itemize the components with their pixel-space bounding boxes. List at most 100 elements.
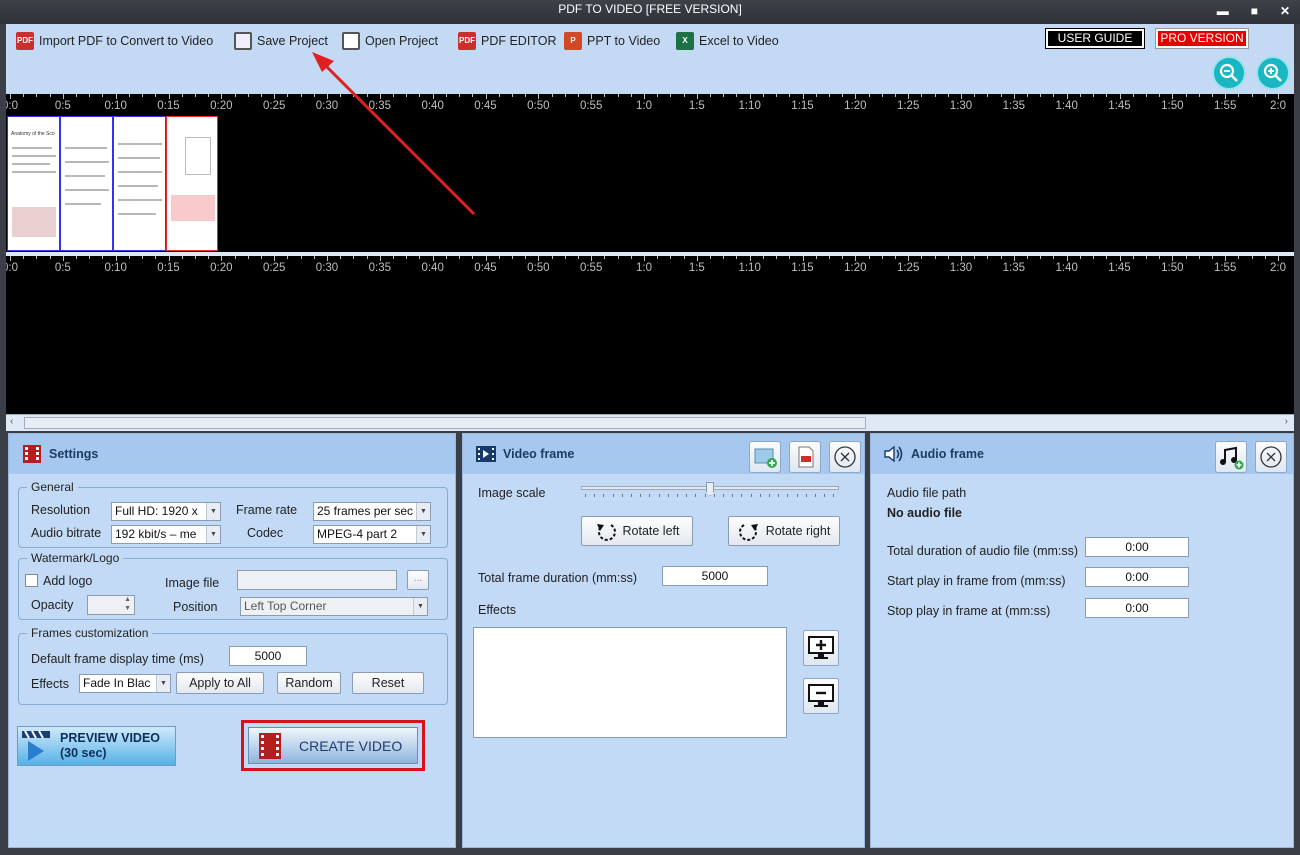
- ruler-tick: [1106, 256, 1108, 259]
- total-frame-duration-input[interactable]: 5000: [662, 566, 768, 586]
- add-image-button[interactable]: [749, 441, 781, 473]
- remove-audio-button[interactable]: [1255, 441, 1287, 473]
- ruler-tick: [974, 94, 976, 97]
- position-select[interactable]: Left Top Corner ▼: [240, 597, 428, 616]
- scrollbar-thumb[interactable]: [24, 417, 866, 429]
- ruler-tick: [498, 256, 500, 259]
- open-project-button[interactable]: Open Project: [342, 30, 438, 52]
- video-track-ruler: 0:0 0:5 0:10 0:15 0:20 0:25 0:30 0:35 0:40 0:45 0:…: [6, 94, 1294, 114]
- slider-tick: [649, 494, 651, 497]
- ruler-tick: [987, 94, 989, 97]
- save-icon: [234, 32, 252, 50]
- default-display-time-input[interactable]: 5000: [229, 646, 307, 666]
- slider-tick: [778, 494, 780, 497]
- frame-thumbnail-3[interactable]: [113, 116, 166, 251]
- ruler-tick: [313, 94, 315, 97]
- save-project-button[interactable]: Save Project: [234, 30, 328, 52]
- ruler-tick: [142, 94, 144, 97]
- rotate-right-button[interactable]: Rotate right: [728, 516, 840, 546]
- excel-to-video-button[interactable]: X Excel to Video: [676, 30, 779, 52]
- audio-path-label: Audio file path: [887, 486, 967, 500]
- ruler-tick: [921, 94, 923, 97]
- ruler-tick: [1119, 256, 1121, 261]
- ppt-to-video-button[interactable]: P PPT to Video: [564, 30, 660, 52]
- start-play-input[interactable]: 0:00: [1085, 567, 1189, 587]
- add-pdf-page-button[interactable]: [789, 441, 821, 473]
- pro-version-button[interactable]: PRO VERSION: [1155, 28, 1249, 49]
- frame-thumbnail-2[interactable]: [60, 116, 113, 251]
- scroll-right-icon[interactable]: ›: [1285, 416, 1288, 427]
- minimize-button[interactable]: ▬: [1217, 2, 1229, 20]
- video-track[interactable]: 0:0 0:5 0:10 0:15 0:20 0:25 0:30 0:35 0:40 0:45 0:…: [6, 94, 1294, 254]
- timeline-scrollbar[interactable]: ‹ ›: [6, 414, 1294, 431]
- ruler-tick: [1106, 94, 1108, 97]
- title-bar: PDF TO VIDEO [FREE VERSION] ▬ ■ ✕: [0, 0, 1300, 24]
- effects-list[interactable]: [473, 627, 787, 738]
- frame-rate-select[interactable]: 25 frames per sec ▼: [313, 502, 431, 521]
- browse-button[interactable]: ...: [407, 570, 429, 590]
- scroll-left-icon[interactable]: ‹: [10, 416, 13, 427]
- thumbnail-diagram: [185, 137, 211, 175]
- audio-track[interactable]: 0:0 0:5 0:10 0:15 0:20 0:25 0:30 0:35 0:40 0:45 0:…: [6, 256, 1294, 414]
- slider-tick: [612, 494, 614, 497]
- pdf-editor-button[interactable]: PDF PDF EDITOR: [458, 30, 556, 52]
- apply-to-all-button[interactable]: Apply to All: [176, 672, 264, 694]
- slider-tick: [824, 494, 826, 497]
- remove-video-frame-button[interactable]: [829, 441, 861, 473]
- ruler-tick: [1145, 94, 1147, 97]
- ruler-tick: [538, 256, 540, 261]
- thumbnail-line: [65, 203, 101, 205]
- image-scale-slider[interactable]: [581, 482, 839, 504]
- random-button[interactable]: Random: [277, 672, 341, 694]
- opacity-stepper[interactable]: ▲ ▼: [87, 595, 135, 615]
- slider-tick: [750, 494, 752, 497]
- ruler-tick: [577, 94, 579, 97]
- zoom-out-button[interactable]: [1212, 56, 1246, 90]
- user-guide-button[interactable]: USER GUIDE: [1045, 28, 1145, 49]
- add-audio-button[interactable]: [1215, 441, 1247, 473]
- stop-play-input[interactable]: 0:00: [1085, 598, 1189, 618]
- thumbnail-highlight: [171, 195, 215, 221]
- audio-bitrate-select[interactable]: 192 kbit/s – me ▼: [111, 525, 221, 544]
- ruler-tick: [947, 256, 949, 259]
- ruler-tick-label: 1:40: [1055, 262, 1078, 274]
- ruler-tick: [1013, 94, 1015, 99]
- remove-effect-button[interactable]: [803, 678, 839, 714]
- slider-tick: [759, 494, 761, 497]
- ruler-tick: [472, 94, 474, 97]
- rotate-left-button[interactable]: Rotate left: [581, 516, 693, 546]
- maximize-button[interactable]: ■: [1251, 2, 1258, 20]
- ruler-tick: [221, 256, 223, 261]
- resolution-select[interactable]: Full HD: 1920 x ▼: [111, 502, 221, 521]
- ruler-tick: [274, 94, 276, 99]
- audio-total-duration-input[interactable]: 0:00: [1085, 537, 1189, 557]
- add-logo-checkbox[interactable]: [25, 574, 38, 587]
- open-folder-icon: [342, 32, 360, 50]
- ruler-tick: [961, 94, 962, 99]
- ruler-tick: [696, 256, 698, 261]
- create-video-button[interactable]: CREATE VIDEO: [248, 727, 418, 764]
- close-window-button[interactable]: ✕: [1280, 2, 1290, 20]
- reset-button[interactable]: Reset: [352, 672, 424, 694]
- ruler-tick: [1132, 94, 1134, 97]
- ruler-tick-label: 0:15: [157, 100, 180, 112]
- thumbnail-line: [118, 143, 162, 145]
- add-effect-button[interactable]: [803, 630, 839, 666]
- preview-video-button[interactable]: PREVIEW VIDEO (30 sec): [17, 726, 176, 766]
- ruler-tick: [260, 94, 262, 97]
- ruler-tick: [287, 256, 289, 259]
- ruler-tick: [604, 94, 606, 97]
- effects-select[interactable]: Fade In Blac ▼: [79, 674, 171, 693]
- zoom-in-button[interactable]: [1256, 56, 1290, 90]
- thumbnail-line: [118, 157, 160, 159]
- ruler-tick: [1079, 94, 1081, 97]
- image-file-input[interactable]: [237, 570, 397, 590]
- frame-thumbnail-1[interactable]: Anatomy of the Sco: [7, 116, 60, 251]
- slider-tick: [787, 494, 789, 497]
- import-pdf-button[interactable]: PDF Import PDF to Convert to Video: [16, 30, 213, 52]
- codec-select[interactable]: MPEG-4 part 2 ▼: [313, 525, 431, 544]
- thumbnail-title: Anatomy of the Sco: [11, 131, 55, 137]
- ruler-tick: [749, 94, 751, 99]
- close-circle-icon: [1260, 446, 1282, 468]
- frame-thumbnail-4-selected[interactable]: [166, 116, 218, 251]
